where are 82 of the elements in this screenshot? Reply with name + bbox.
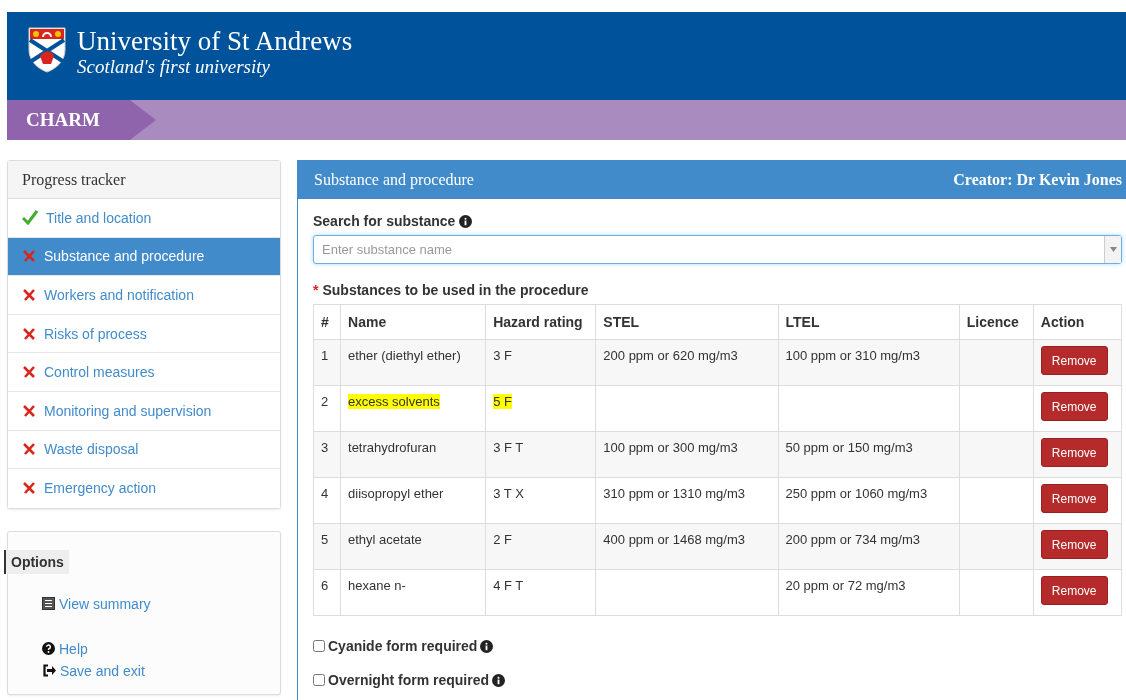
column-header: Name bbox=[340, 304, 486, 340]
table-title: Substances to be used in the procedure bbox=[322, 282, 589, 298]
option-link[interactable]: Save and exit bbox=[42, 662, 145, 679]
tracker-item-label: Waste disposal bbox=[44, 441, 139, 458]
tracker-item-label: Monitoring and supervision bbox=[44, 402, 212, 419]
tracker-item[interactable]: Risks of process bbox=[8, 314, 280, 354]
column-header: LTEL bbox=[778, 304, 960, 340]
tracker-item[interactable]: Control measures bbox=[8, 353, 280, 392]
table-cell: ethyl acetate bbox=[348, 532, 422, 547]
remove-button[interactable]: Remove bbox=[1040, 484, 1108, 513]
table-cell: 2 bbox=[321, 394, 329, 409]
table-cell: 3 F bbox=[493, 348, 512, 363]
creator-label: Creator: Dr Kevin Jones bbox=[953, 171, 1122, 189]
tracker-item-label: Emergency action bbox=[44, 480, 157, 497]
exit-icon bbox=[42, 664, 56, 678]
info-icon bbox=[459, 214, 473, 228]
tracker-item[interactable]: Monitoring and supervision bbox=[8, 391, 280, 431]
university-name: University of St Andrews bbox=[77, 26, 353, 56]
checkbox-label: Cyanide form required bbox=[328, 638, 478, 654]
table-cell: 50 ppm or 150 mg/m3 bbox=[785, 440, 913, 455]
table-cell: 5 bbox=[321, 532, 329, 547]
caret-icon bbox=[1109, 247, 1117, 252]
tracker-item-label: Workers and notification bbox=[44, 287, 194, 303]
panel-title: Progress tracker bbox=[8, 161, 280, 199]
crest-logo bbox=[27, 26, 67, 74]
help-icon bbox=[42, 642, 55, 656]
substance-search-field[interactable]: Enter substance name bbox=[313, 235, 1122, 264]
checkbox[interactable] bbox=[313, 640, 325, 652]
table-cell: 200 ppm or 620 mg/m3 bbox=[603, 348, 738, 363]
info-icon bbox=[480, 639, 494, 653]
info-icon bbox=[492, 673, 506, 687]
tracker-item-label: Control measures bbox=[44, 364, 155, 381]
table-cell: 20 ppm or 72 mg/m3 bbox=[785, 578, 906, 593]
tracker-item-label: Title and location bbox=[46, 209, 152, 226]
tracker-item[interactable]: Title and location bbox=[8, 199, 280, 238]
table-cell: hexane n- bbox=[348, 578, 406, 593]
table-cell: 100 ppm or 300 mg/m3 bbox=[603, 440, 738, 455]
table-cell: 400 ppm or 1468 mg/m3 bbox=[603, 532, 745, 547]
remove-button[interactable]: Remove bbox=[1040, 576, 1108, 605]
tagline: Scotland's first university bbox=[77, 56, 271, 78]
column-header: Licence bbox=[959, 304, 1034, 340]
checkbox[interactable] bbox=[313, 674, 325, 686]
tracker-item[interactable]: Workers and notification bbox=[8, 276, 280, 315]
list-icon bbox=[42, 597, 55, 611]
table-cell: 2 F bbox=[493, 532, 512, 547]
table-cell: 3 bbox=[321, 440, 329, 455]
table-cell: 4 F T bbox=[493, 578, 524, 593]
column-header: # bbox=[313, 304, 341, 340]
table-cell: 3 T X bbox=[493, 486, 524, 501]
remove-button[interactable]: Remove bbox=[1040, 530, 1108, 559]
table-cell: 250 ppm or 1060 mg/m3 bbox=[785, 486, 928, 501]
table-cell: 200 ppm or 734 mg/m3 bbox=[785, 532, 920, 547]
options-title: Options bbox=[4, 549, 69, 574]
table-cell: 5 F bbox=[493, 394, 512, 409]
table-cell: 6 bbox=[321, 578, 329, 593]
table-cell: 310 ppm or 1310 mg/m3 bbox=[603, 486, 745, 501]
table-cell: 3 F T bbox=[493, 440, 524, 455]
table-cell: 100 ppm or 310 mg/m3 bbox=[785, 348, 920, 363]
panel-title: Substance and procedure bbox=[314, 171, 474, 189]
table-cell: excess solvents bbox=[348, 394, 440, 409]
tracker-item[interactable]: Substance and procedure bbox=[8, 237, 280, 277]
tracker-item[interactable]: Emergency action bbox=[8, 469, 280, 508]
checkbox-label: Overnight form required bbox=[328, 672, 490, 688]
tracker-item[interactable]: Waste disposal bbox=[8, 430, 280, 470]
table-cell: 4 bbox=[321, 486, 329, 501]
remove-button[interactable]: Remove bbox=[1040, 392, 1108, 421]
remove-button[interactable]: Remove bbox=[1040, 346, 1108, 375]
table-cell: 1 bbox=[321, 348, 329, 363]
column-header: Action bbox=[1033, 304, 1122, 340]
tracker-item-label: Substance and procedure bbox=[44, 248, 205, 265]
table-cell: ether (diethyl ether) bbox=[348, 348, 461, 363]
column-header: Hazard rating bbox=[485, 304, 596, 340]
remove-button[interactable]: Remove bbox=[1040, 438, 1108, 467]
tracker-item-label: Risks of process bbox=[44, 325, 147, 342]
option-link[interactable]: View summary bbox=[42, 595, 151, 612]
column-header: STEL bbox=[595, 304, 779, 340]
app-title: CHARM bbox=[7, 100, 156, 140]
option-link[interactable]: Help bbox=[42, 640, 88, 657]
search-label: Search for substance bbox=[313, 213, 456, 229]
table-cell: diisopropyl ether bbox=[348, 486, 444, 501]
required-mark: * bbox=[313, 282, 319, 298]
table-cell: tetrahydrofuran bbox=[348, 440, 437, 455]
